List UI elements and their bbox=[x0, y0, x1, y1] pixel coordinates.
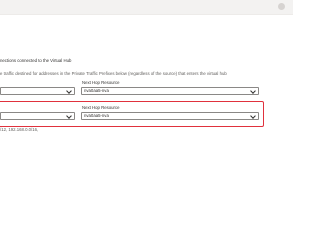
connections-text: nections connected to the Virtual Hub bbox=[0, 58, 72, 63]
next-hop-label: Next Hop Resource bbox=[82, 80, 120, 85]
chevron-down-icon bbox=[66, 88, 72, 94]
toolbar-icon bbox=[278, 3, 285, 10]
private-prefixes-text: /12, 192.168.0.0/16, bbox=[0, 127, 39, 132]
top-bar bbox=[0, 0, 293, 15]
private-traffic-select[interactable] bbox=[0, 112, 75, 120]
next-hop-label: Next Hop Resource bbox=[82, 105, 120, 110]
next-hop-resource-select[interactable]: nva0aa5-nva bbox=[81, 87, 259, 95]
internet-traffic-select[interactable] bbox=[0, 87, 75, 95]
chevron-down-icon bbox=[250, 88, 256, 94]
next-hop-resource-select[interactable]: nva0aa5-nva bbox=[81, 112, 259, 120]
chevron-down-icon bbox=[250, 113, 256, 119]
chevron-down-icon bbox=[66, 113, 72, 119]
private-traffic-description: e traffic destined for addresses in the … bbox=[0, 71, 227, 76]
